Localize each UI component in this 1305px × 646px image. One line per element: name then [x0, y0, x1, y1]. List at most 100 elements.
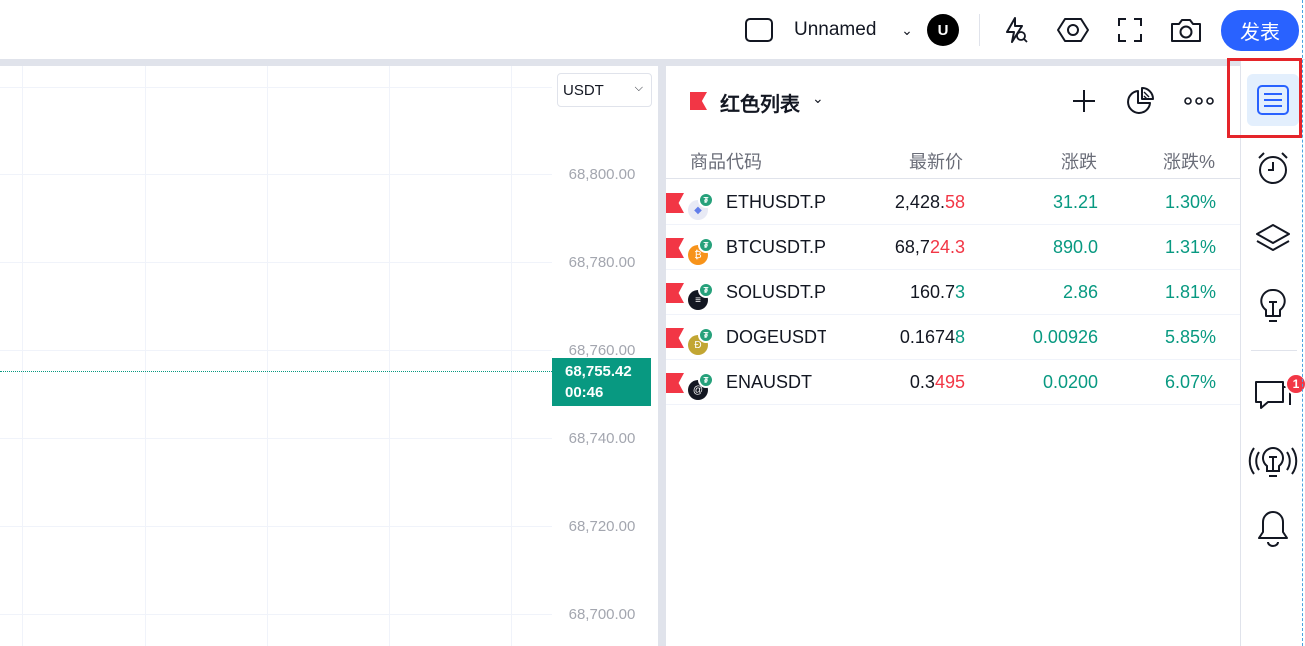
settings-hex-icon[interactable] [1055, 0, 1091, 60]
current-price: 68,755.42 [565, 363, 632, 380]
last-price: 0.16748 [900, 327, 965, 348]
more-options-icon[interactable] [1182, 84, 1216, 118]
price-axis-label: 68,760.00 [568, 342, 636, 359]
grid-line [267, 66, 268, 646]
camera-icon[interactable] [1168, 0, 1204, 60]
sidebar-divider [1251, 350, 1297, 351]
price-axis-label: 68,720.00 [568, 518, 636, 535]
tether-icon: ₮ [698, 237, 714, 253]
dashed-edge [1302, 0, 1303, 646]
last-price: 0.3495 [910, 372, 965, 393]
coin-logo: ≡ ₮ [688, 282, 716, 310]
layout-icon[interactable] [743, 0, 775, 60]
pie-chart-icon[interactable] [1123, 84, 1157, 118]
panel-divider[interactable] [658, 66, 666, 646]
chevron-down-icon[interactable]: ⌄ [898, 0, 916, 60]
price-axis-label: 68,780.00 [568, 254, 636, 271]
red-flag-icon[interactable] [666, 238, 684, 258]
watchlist-columns: 商品代码 最新价 涨跌 涨跌% [666, 136, 1240, 179]
coin-logo: ₿ ₮ [688, 237, 716, 265]
table-row[interactable]: ₿ ₮ BTCUSDT.P 68,724.3 890.0 1.31% [666, 225, 1240, 270]
last-price-main: 68,7 [894, 237, 930, 257]
last-price-tail: 58 [944, 192, 965, 212]
grid-line [389, 66, 390, 646]
bar-countdown: 00:46 [565, 384, 604, 401]
grid-line [0, 87, 552, 88]
current-price-line [0, 371, 552, 372]
fullscreen-icon[interactable] [1112, 0, 1148, 60]
coin-logo: Ð ₮ [688, 327, 716, 355]
coin-logo: @ ₮ [688, 372, 716, 400]
last-price: 2,428.58 [895, 192, 965, 213]
red-flag-icon[interactable] [666, 328, 684, 348]
current-price-tag: 68,755.42 00:46 [552, 358, 651, 406]
avatar[interactable]: U [927, 0, 959, 60]
change-percent: 1.30% [1164, 192, 1216, 212]
last-price-main: 0.3 [909, 372, 935, 392]
streams-icon[interactable] [1247, 436, 1299, 488]
grid-line [0, 262, 552, 263]
symbol-name: DOGEUSDT [726, 327, 826, 347]
change-percent: 5.85% [1164, 327, 1216, 347]
symbol-name: SOLUSDT.P [726, 282, 826, 302]
price-axis-label: 68,700.00 [568, 606, 636, 623]
column-change[interactable]: 涨跌 [1061, 148, 1097, 174]
coin-logo: ◆ ₮ [688, 192, 716, 220]
column-symbol[interactable]: 商品代码 [690, 148, 762, 174]
table-row[interactable]: ≡ ₮ SOLUSDT.P 160.73 2.86 1.81% [666, 270, 1240, 315]
change-percent: 1.81% [1164, 282, 1216, 302]
highlight-box [1227, 58, 1302, 138]
change-value: 2.86 [1062, 282, 1098, 302]
chevron-down-icon: ⌵ [634, 82, 643, 94]
tether-icon: ₮ [698, 192, 714, 208]
price-chart[interactable]: 68,800.00 68,780.00 68,760.00 68,740.00 … [0, 66, 658, 646]
red-flag-icon [690, 92, 707, 110]
chevron-down-icon[interactable]: ⌄ [812, 90, 824, 107]
layout-name-button[interactable]: Unnamed [794, 0, 876, 60]
last-price-tail: 8 [954, 327, 965, 347]
price-axis-label: 68,740.00 [568, 430, 636, 447]
column-last[interactable]: 最新价 [909, 148, 963, 174]
grid-line [145, 66, 146, 646]
currency-select[interactable]: USDT ⌵ [557, 73, 652, 107]
chat-icon[interactable]: 1 [1247, 366, 1305, 418]
tether-icon: ₮ [698, 327, 714, 343]
table-row[interactable]: ◆ ₮ ETHUSDT.P 2,428.58 31.21 1.30% [666, 180, 1240, 225]
alarm-clock-icon[interactable] [1247, 142, 1299, 194]
tether-icon: ₮ [698, 372, 714, 388]
column-change-pct[interactable]: 涨跌% [1163, 148, 1215, 174]
last-price-main: 160.7 [909, 282, 955, 302]
right-sidebar: 1 [1240, 60, 1305, 646]
table-row[interactable]: Ð ₮ DOGEUSDT 0.16748 0.00926 5.85% [666, 315, 1240, 360]
change-value: 0.0200 [1042, 372, 1098, 392]
watchlist-panel: 红色列表 ⌄ 商品代码 最新价 涨跌 涨跌% ◆ ₮ ETHUSDT.P 2,428.… [666, 66, 1240, 646]
grid-line [0, 350, 552, 351]
publish-button[interactable]: 发表 [1221, 10, 1299, 51]
grid-line [0, 174, 552, 175]
idea-bulb-icon[interactable] [1247, 280, 1299, 332]
grid-line [511, 66, 512, 646]
alert-flash-icon[interactable] [997, 0, 1033, 60]
watchlist-header: 红色列表 ⌄ [666, 66, 1240, 136]
last-price-tail: 495 [934, 372, 965, 392]
change-value: 31.21 [1052, 192, 1098, 212]
add-symbol-icon[interactable] [1067, 84, 1101, 118]
table-row[interactable]: @ ₮ ENAUSDT 0.3495 0.0200 6.07% [666, 360, 1240, 405]
bell-icon[interactable] [1247, 502, 1299, 554]
red-flag-icon[interactable] [666, 373, 684, 393]
grid-line [0, 438, 552, 439]
last-price: 160.73 [910, 282, 965, 303]
toolbar-divider [979, 14, 980, 46]
red-flag-icon[interactable] [666, 193, 684, 213]
top-toolbar: Unnamed ⌄ U 发表 [0, 0, 1305, 60]
change-percent: 6.07% [1164, 372, 1216, 392]
grid-line [0, 614, 552, 615]
watchlist-title[interactable]: 红色列表 [720, 88, 800, 117]
symbol-name: BTCUSDT.P [726, 237, 826, 257]
last-price-tail: 24.3 [929, 237, 965, 257]
layers-icon[interactable] [1247, 212, 1299, 264]
red-flag-icon[interactable] [666, 283, 684, 303]
currency-select-value: USDT [563, 81, 604, 99]
price-axis-label: 68,800.00 [568, 166, 636, 183]
symbol-name: ETHUSDT.P [726, 192, 826, 212]
